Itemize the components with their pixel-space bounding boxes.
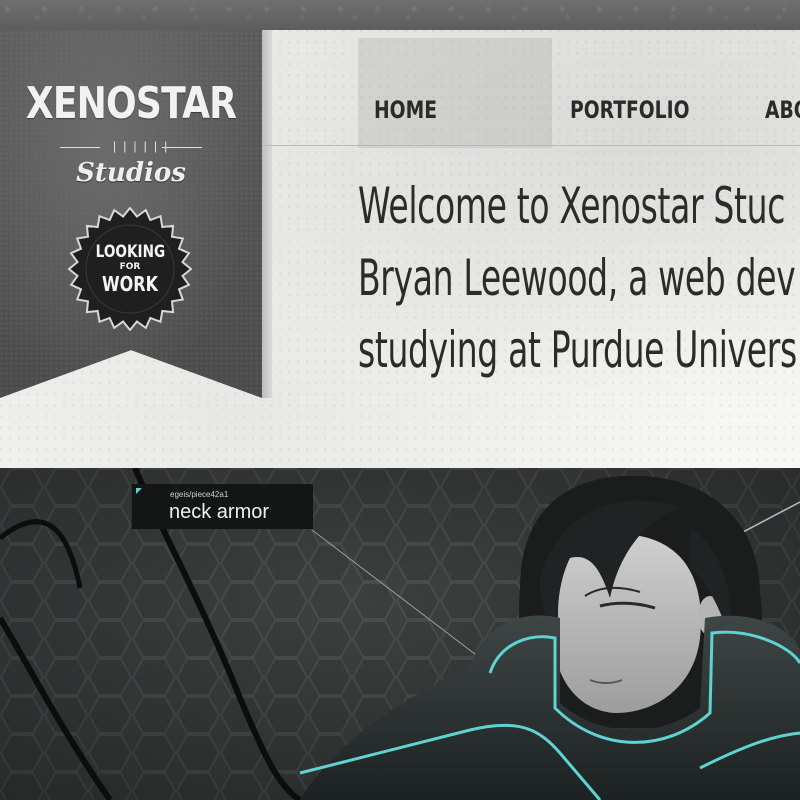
intro-line-1: Welcome to Xenostar Stuc (358, 177, 786, 235)
tooltip-code: egeis/piece42a1 (170, 490, 229, 499)
intro-line-3: studying at Purdue Univers (358, 321, 797, 379)
intro-text: Welcome to Xenostar Stuc Bryan Leewood, … (358, 170, 800, 386)
hero-illustration (0, 468, 800, 800)
intro-clip: Welcome to Xenostar Stuc Bryan Leewood, … (0, 0, 800, 468)
intro-line-2: Bryan Leewood, a web dev (358, 249, 796, 307)
tooltip-corner-icon (136, 488, 142, 494)
hero-artwork (0, 468, 800, 800)
tooltip-label: neck armor (169, 501, 270, 523)
part-tooltip: egeis/piece42a1 neck armor (131, 484, 313, 529)
